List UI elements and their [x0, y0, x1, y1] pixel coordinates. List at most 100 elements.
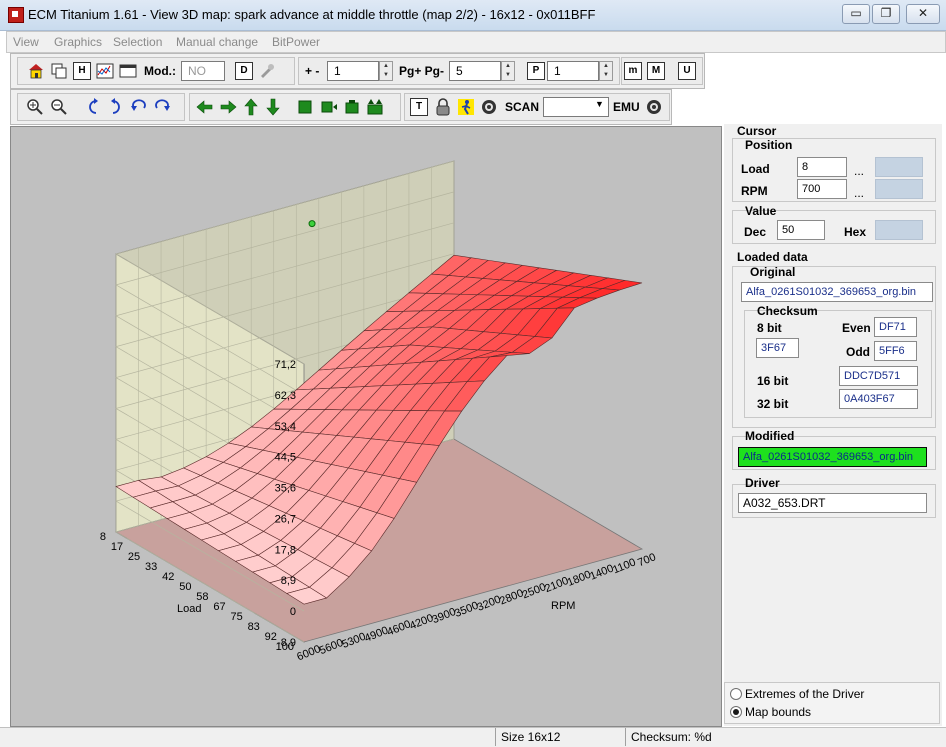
z-tick-label: 62,3 — [275, 390, 296, 402]
map-3d-view[interactable]: 71,2 62,3 53,4 44,5 35,6 26,7 17,8 8,9 0 -8,9 8 17 2… — [10, 126, 722, 727]
rotate-right-icon[interactable] — [106, 97, 126, 117]
even-label: Even — [842, 321, 871, 335]
z-tick-label: 17,8 — [275, 544, 296, 556]
select-expand-icon[interactable] — [342, 97, 362, 117]
driver-label: Driver — [745, 476, 780, 490]
minimize-button[interactable]: ▭ — [842, 4, 870, 24]
rpm-tick-label: 700 — [636, 551, 658, 569]
zoom-in-icon[interactable] — [25, 97, 45, 117]
step-spinner[interactable]: ▲ ▼ — [379, 61, 393, 81]
arrow-down-icon[interactable] — [263, 97, 283, 117]
close-button[interactable]: ✕ — [906, 4, 940, 24]
scan-label: SCAN — [505, 100, 540, 114]
odd-field: 5FF6 — [874, 341, 917, 361]
z-tick-label: 26,7 — [275, 513, 296, 525]
p-icon[interactable]: P — [527, 62, 545, 80]
cursor-marker — [308, 220, 316, 228]
window-title: ECM Titanium 1.61 - View 3D map: spark a… — [28, 7, 596, 22]
map-bounds-label[interactable]: Map bounds — [745, 705, 811, 719]
gear-icon[interactable] — [257, 61, 277, 81]
toolbar-bottom: T SCAN ▼ EMU — [10, 89, 672, 125]
m-large-icon[interactable]: M — [647, 62, 665, 80]
step-input[interactable]: 1 — [327, 61, 379, 81]
p-input[interactable]: 1 — [547, 61, 599, 81]
d-icon[interactable]: D — [235, 62, 253, 80]
original-label: Original — [750, 265, 796, 279]
bit8-label: 8 bit — [757, 321, 782, 335]
arrow-up-icon[interactable] — [241, 97, 261, 117]
menu-selection[interactable]: Selection — [113, 35, 162, 49]
hex-label: Hex — [844, 225, 867, 239]
menu-graphics[interactable]: Graphics — [54, 35, 102, 49]
checksum-label: Checksum — [757, 304, 818, 318]
status-size: Size 16x12 — [501, 730, 561, 744]
rpm-field[interactable]: 700 — [797, 179, 847, 199]
rpm-tick-label: 6000 — [295, 643, 322, 663]
m-small-icon[interactable]: m — [624, 62, 642, 80]
extremes-radio[interactable] — [730, 688, 742, 700]
home-icon[interactable] — [26, 61, 46, 81]
z-tick-label: 8,9 — [281, 575, 296, 587]
dec-field[interactable]: 50 — [777, 220, 825, 240]
z-tick-label: 35,6 — [275, 483, 296, 495]
even-field: DF71 — [874, 317, 917, 337]
select-move-icon[interactable] — [319, 97, 339, 117]
window-icon[interactable] — [118, 61, 138, 81]
emu-label: EMU — [613, 100, 640, 114]
arrow-left-icon[interactable] — [195, 97, 215, 117]
modified-file-field[interactable]: Alfa_0261S01032_369653_org.bin — [738, 447, 927, 467]
u-icon[interactable]: U — [678, 62, 696, 80]
modified-label: Modified — [745, 429, 795, 443]
undo-icon[interactable] — [129, 97, 149, 117]
h-icon[interactable]: H — [73, 62, 91, 80]
value-label: Value — [745, 204, 777, 218]
menu-bitpower[interactable]: BitPower — [272, 35, 320, 49]
step-label: + - — [305, 64, 320, 78]
redo-icon[interactable] — [152, 97, 172, 117]
lock-icon[interactable] — [433, 97, 453, 117]
z-tick-label: 44,5 — [275, 452, 296, 464]
arrow-right-icon[interactable] — [218, 97, 238, 117]
load-tick-label: 58 — [196, 591, 208, 603]
graph-icon[interactable] — [95, 61, 115, 81]
menu-manual-change[interactable]: Manual change — [176, 35, 258, 49]
load-range-field — [875, 157, 923, 177]
pg-spinner[interactable]: ▲ ▼ — [501, 61, 515, 81]
select-fill-icon[interactable] — [365, 97, 385, 117]
rpm-range-field — [875, 179, 923, 199]
rotate-left-icon[interactable] — [83, 97, 103, 117]
menu-bar: View Graphics Selection Manual change Bi… — [6, 31, 946, 53]
hex-field — [875, 220, 923, 240]
zoom-out-icon[interactable] — [49, 97, 69, 117]
bit8-field: 3F67 — [756, 338, 799, 358]
status-bar: Size 16x12 Checksum: %d — [0, 727, 946, 747]
select-block-icon[interactable] — [295, 97, 315, 117]
restore-button[interactable]: ❐ — [872, 4, 900, 24]
bit16-field: DDC7D571 — [839, 366, 918, 386]
surface-chart[interactable]: 71,262,353,444,535,626,717,88,90-8,98172… — [11, 127, 721, 726]
menu-view[interactable]: View — [13, 35, 39, 49]
extremes-label[interactable]: Extremes of the Driver — [745, 687, 864, 701]
load-field[interactable]: 8 — [797, 157, 847, 177]
original-file-field[interactable]: Alfa_0261S01032_369653_org.bin — [741, 282, 933, 302]
copy-icon[interactable] — [49, 61, 69, 81]
rpm-axis-title: RPM — [551, 600, 575, 612]
emu-record-icon[interactable] — [644, 97, 664, 117]
load-tick-label: 100 — [276, 641, 294, 653]
load-tick-label: 17 — [111, 541, 123, 553]
cursor-group-label: Cursor — [737, 124, 777, 138]
record-icon[interactable] — [479, 97, 499, 117]
chevron-down-icon[interactable]: ▼ — [595, 99, 604, 109]
pg-input[interactable]: 5 — [449, 61, 501, 81]
load-tick-label: 25 — [128, 551, 140, 563]
load-axis-title: Load — [177, 603, 201, 615]
toolbar-top: H Mod.: NO D + - 1 ▲ ▼ Pg+ Pg- 5 ▲ ▼ P 1 ▲… — [10, 53, 705, 89]
load-label: Load — [741, 162, 770, 176]
driver-file-field[interactable]: A032_653.DRT — [738, 493, 927, 513]
p-spinner[interactable]: ▲ ▼ — [599, 61, 613, 81]
rpm-dots: ... — [854, 186, 865, 200]
map-bounds-radio[interactable] — [730, 706, 742, 718]
walk-icon[interactable] — [456, 97, 476, 117]
t-icon[interactable]: T — [410, 98, 428, 116]
position-label: Position — [745, 138, 793, 152]
